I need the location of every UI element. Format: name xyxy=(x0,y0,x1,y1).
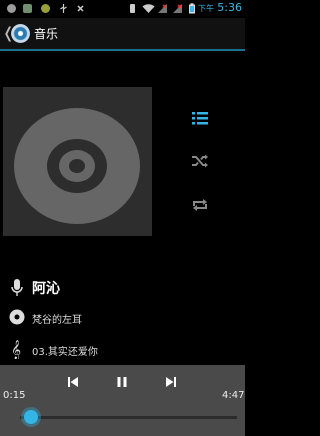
song-title: 03.其实还爱你 xyxy=(32,347,98,358)
album-name: 梵谷的左耳 xyxy=(32,315,82,326)
status-bar: 下午 5:36 xyxy=(0,0,245,18)
cd-disc-icon xyxy=(14,108,140,224)
seek-thumb[interactable] xyxy=(23,410,38,424)
next-track-icon[interactable] xyxy=(165,376,177,388)
app-notification-icon xyxy=(23,4,32,13)
svg-text:𝄞: 𝄞 xyxy=(11,340,21,359)
album-disc-icon xyxy=(9,309,25,325)
usb-icon xyxy=(60,4,67,13)
phone-icon xyxy=(130,4,135,13)
signal-icon xyxy=(158,4,167,13)
app-notification-icon xyxy=(41,4,50,13)
treble-clef-icon: 𝄞 xyxy=(11,340,21,359)
notification-icon xyxy=(77,5,84,12)
artist-name: 阿沁 xyxy=(32,281,60,297)
music-app-icon[interactable] xyxy=(11,24,30,43)
total-time: 4:47 xyxy=(222,390,245,401)
notification-icon xyxy=(7,4,16,13)
previous-track-icon[interactable] xyxy=(67,376,79,388)
status-ampm: 下午 xyxy=(198,4,214,13)
shuffle-icon[interactable] xyxy=(190,151,210,171)
action-bar-divider xyxy=(0,49,245,51)
current-time: 0:15 xyxy=(3,390,26,401)
repeat-icon[interactable] xyxy=(190,195,210,215)
pause-icon[interactable] xyxy=(116,376,128,388)
status-time: 5:36 xyxy=(217,1,242,14)
battery-icon xyxy=(189,3,195,14)
signal-icon xyxy=(173,4,182,13)
seek-bar[interactable] xyxy=(20,416,237,419)
page-title: 音乐 xyxy=(34,27,59,41)
wifi-icon xyxy=(142,4,155,13)
playlist-icon[interactable] xyxy=(190,108,210,128)
album-art xyxy=(3,87,152,236)
microphone-icon xyxy=(11,279,23,296)
